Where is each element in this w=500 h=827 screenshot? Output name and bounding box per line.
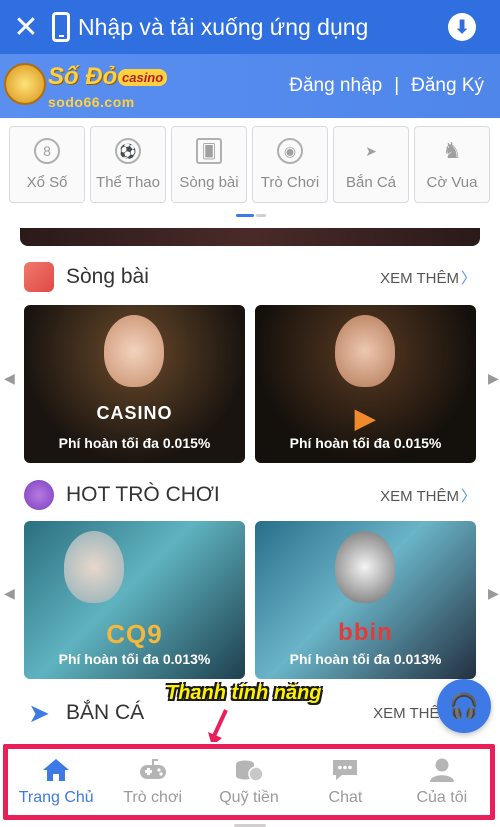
provider-logo: CASINO	[96, 403, 173, 423]
rebate-caption: Phí hoàn tối đa 0.013%	[58, 651, 211, 667]
bottom-nav-highlight: Trang Chủ Trò chơi Quỹ tiền Chat Của tôi	[3, 744, 495, 820]
nav-label: Trang Chủ	[18, 789, 94, 806]
rebate-caption: Phí hoàn tối đa 0.015%	[289, 435, 442, 451]
logo-text: Số Đỏ	[48, 63, 118, 90]
register-link[interactable]: Đăng Ký	[411, 75, 484, 97]
category-games[interactable]: ◉ Trò Chơi	[252, 126, 328, 203]
joystick-icon	[24, 480, 54, 510]
download-bar-title[interactable]: Nhập và tải xuống ứng dụng	[78, 14, 448, 41]
game-tile[interactable]: CASINO Phí hoàn tối đa 0.015%	[24, 305, 245, 463]
game-art	[64, 531, 124, 603]
dealer-image	[335, 315, 395, 387]
category-label: Cờ Vua	[426, 174, 478, 191]
category-lottery[interactable]: 8 Xổ Số	[9, 126, 85, 203]
nav-chat[interactable]: Chat	[297, 749, 393, 815]
auth-links: Đăng nhập | Đăng Ký	[289, 75, 484, 97]
nav-label: Trò chơi	[123, 789, 182, 806]
category-chess[interactable]: ♞ Cờ Vua	[414, 126, 490, 203]
carousel-prev-icon[interactable]: ◀	[4, 585, 15, 602]
user-icon	[429, 758, 454, 782]
game-tile[interactable]: ▶ Phí hoàn tối đa 0.015%	[255, 305, 476, 463]
nav-label: Chat	[328, 789, 363, 806]
nav-games[interactable]: Trò chơi	[104, 749, 200, 815]
logo-emblem	[4, 63, 46, 105]
carousel-indicator	[236, 214, 266, 217]
section-header-casino: Sòng bài XEM THÊM 〉	[24, 262, 476, 292]
login-link[interactable]: Đăng nhập	[289, 75, 382, 97]
banner-edge	[20, 228, 480, 246]
provider-logo: CQ9	[106, 619, 163, 649]
provider-logo: ▶	[355, 403, 376, 433]
provider-logo: bbin	[338, 619, 393, 646]
game-tile[interactable]: bbin Phí hoàn tối đa 0.013%	[255, 521, 476, 679]
soccer-ball-icon: ⚽	[115, 138, 141, 164]
nav-label: Của tôi	[416, 789, 468, 806]
section-title: Sòng bài	[66, 265, 149, 288]
site-logo[interactable]: Số Đỏ casino sodo66.com	[2, 57, 177, 115]
nav-home[interactable]: Trang Chủ	[8, 749, 104, 815]
fish-icon: ➤	[28, 697, 50, 728]
game-tile[interactable]: CQ9 Phí hoàn tối đa 0.013%	[24, 521, 245, 679]
section-header-games: HOT TRÒ CHƠI XEM THÊM 〉	[24, 480, 476, 510]
category-strip: 8 Xổ Số ⚽ Thể Thao 🂠 Sòng bài ◉ Trò Chơi…	[0, 118, 500, 228]
rebate-caption: Phí hoàn tối đa 0.015%	[58, 435, 211, 451]
category-sports[interactable]: ⚽ Thể Thao	[90, 126, 166, 203]
category-label: Trò Chơi	[260, 174, 320, 191]
app-download-bar[interactable]: ✕ Nhập và tải xuống ứng dụng ⬇	[0, 0, 500, 54]
fish-icon: ➤	[365, 142, 377, 159]
category-casino[interactable]: 🂠 Sòng bài	[171, 126, 247, 203]
phone-icon	[52, 12, 70, 42]
roulette-icon: ◉	[277, 138, 303, 164]
lottery-ball-icon: 8	[34, 138, 60, 164]
carousel-next-icon[interactable]: ▶	[488, 585, 499, 602]
see-more-link[interactable]: XEM THÊM 〉	[380, 485, 476, 506]
dealer-image	[104, 315, 164, 387]
see-more-link[interactable]: XEM THÊM 〉	[380, 267, 476, 288]
logo-domain: sodo66.com	[48, 94, 135, 110]
close-icon[interactable]: ✕	[0, 0, 52, 54]
cards-icon	[24, 262, 54, 292]
category-label: Thể Thao	[96, 174, 160, 191]
category-label: Bắn Cá	[345, 174, 397, 191]
nav-profile[interactable]: Của tôi	[394, 749, 490, 815]
category-label: Xổ Số	[26, 174, 68, 191]
support-headset-icon[interactable]: 🎧	[437, 679, 491, 733]
nav-label: Quỹ tiền	[219, 789, 279, 806]
carousel-prev-icon[interactable]: ◀	[4, 370, 15, 387]
bottom-nav: Trang Chủ Trò chơi Quỹ tiền Chat Của tôi	[0, 742, 500, 827]
chess-knight-icon: ♞	[442, 138, 462, 163]
carousel-next-icon[interactable]: ▶	[488, 370, 499, 387]
category-label: Sòng bài	[179, 174, 239, 191]
site-header: Số Đỏ casino sodo66.com Đăng nhập | Đăng…	[0, 54, 500, 118]
category-fishing[interactable]: ➤ Bắn Cá	[333, 126, 409, 203]
coins-icon	[236, 760, 264, 782]
rebate-caption: Phí hoàn tối đa 0.013%	[289, 651, 442, 667]
feature-bar-callout: Thanh tính năng	[166, 682, 322, 704]
chat-icon	[333, 760, 358, 780]
cards-icon: 🂠	[196, 138, 222, 164]
gamepad-icon	[139, 759, 166, 779]
auth-separator: |	[394, 75, 400, 96]
download-icon[interactable]: ⬇	[448, 13, 476, 41]
section-title: BẮN CÁ	[66, 701, 145, 724]
section-title: HOT TRÒ CHƠI	[66, 483, 220, 506]
home-icon	[43, 759, 70, 781]
main-content: Sòng bài XEM THÊM 〉 ◀ ▶ CASINO Phí hoàn t…	[0, 228, 500, 743]
game-art	[335, 531, 395, 603]
logo-badge: casino	[118, 69, 168, 86]
nav-funds[interactable]: Quỹ tiền	[201, 749, 297, 815]
